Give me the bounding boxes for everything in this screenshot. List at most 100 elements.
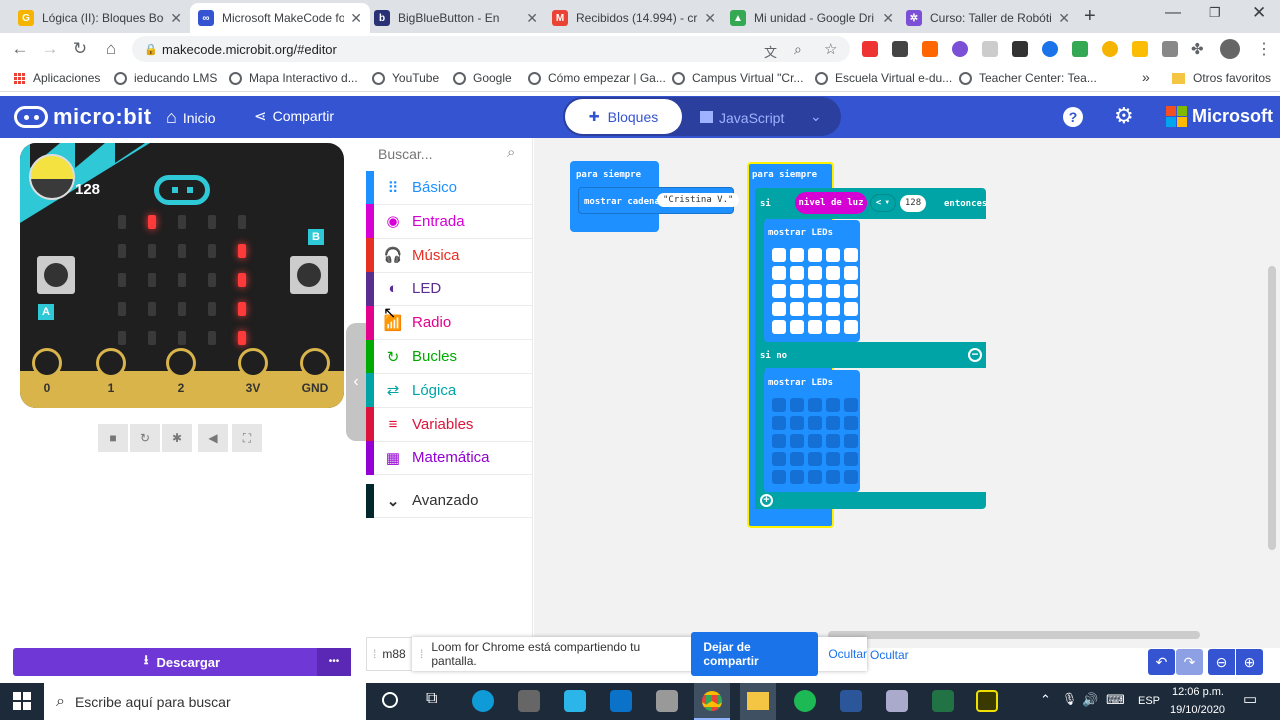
led-cell[interactable]: [826, 416, 840, 430]
home-icon[interactable]: ⌂: [101, 39, 121, 59]
button-b[interactable]: [290, 256, 328, 294]
led-cell[interactable]: [790, 398, 804, 412]
led-cell[interactable]: [826, 452, 840, 466]
zoom-out-button[interactable]: ⊖: [1208, 649, 1235, 675]
close-window-button[interactable]: ✕: [1252, 3, 1266, 23]
led-cell[interactable]: [844, 302, 858, 316]
bookmark-item[interactable]: Aplicaciones: [14, 71, 100, 85]
extension-icon[interactable]: [1012, 41, 1028, 57]
extension-icon[interactable]: [952, 41, 968, 57]
led-cell[interactable]: [790, 266, 804, 280]
project-name-input[interactable]: ⁞ m88: [366, 637, 418, 671]
tab-2[interactable]: ∞ Microsoft MakeCode fo ✕: [190, 3, 370, 33]
led-cell[interactable]: [844, 398, 858, 412]
clock-time[interactable]: 12:06 p.m.: [1172, 686, 1224, 698]
windows-start-icon[interactable]: [13, 692, 31, 710]
toolbox-category-led[interactable]: ◐ LED: [366, 271, 533, 307]
extension-icon[interactable]: [1042, 41, 1058, 57]
stop-icon[interactable]: ■: [98, 424, 128, 452]
minimize-button[interactable]: —: [1165, 4, 1181, 22]
led-cell[interactable]: [844, 248, 858, 262]
pin-3v[interactable]: 3V: [238, 348, 268, 408]
extension-icon[interactable]: [892, 41, 908, 57]
debug-icon[interactable]: ✱: [162, 424, 192, 452]
led-cell[interactable]: [772, 434, 786, 448]
file-explorer-icon[interactable]: [740, 683, 776, 720]
hide-button[interactable]: Ocultar: [828, 647, 867, 661]
redo-button[interactable]: ↷: [1176, 649, 1203, 675]
led-cell[interactable]: [826, 434, 840, 448]
led-cell[interactable]: [790, 434, 804, 448]
led-cell[interactable]: [790, 452, 804, 466]
vertical-scrollbar[interactable]: [1268, 266, 1276, 550]
led-cell[interactable]: [772, 284, 786, 298]
chrome-icon[interactable]: [694, 683, 730, 720]
app-icon[interactable]: [886, 690, 908, 712]
extension-icon[interactable]: [1162, 41, 1178, 57]
led-cell[interactable]: [826, 320, 840, 334]
mail-icon[interactable]: [610, 690, 632, 712]
led-cell[interactable]: [790, 320, 804, 334]
undo-button[interactable]: ↶: [1148, 649, 1175, 675]
toolbox-category-música[interactable]: 🎧 Música: [366, 238, 533, 273]
close-tab-icon[interactable]: ✕: [704, 10, 716, 27]
bookmark-item[interactable]: ieducando LMS: [114, 71, 217, 85]
close-tab-icon[interactable]: ✕: [170, 10, 182, 27]
download-button[interactable]: ⭳ Descargar: [13, 648, 351, 676]
close-tab-icon[interactable]: ✕: [350, 10, 362, 27]
toolbox-category-lógica[interactable]: ⇄ Lógica: [366, 373, 533, 408]
toolbox-advanced[interactable]: ⌄ Avanzado: [366, 483, 533, 518]
bookmark-item[interactable]: Campus Virtual "Cr...: [672, 71, 803, 85]
led-cell[interactable]: [808, 434, 822, 448]
zoom-icon[interactable]: ⌕: [794, 41, 802, 58]
cortana-icon[interactable]: [382, 692, 398, 708]
translate-icon[interactable]: 文: [764, 42, 777, 61]
add-branch-icon[interactable]: +: [760, 494, 773, 507]
stop-sharing-button[interactable]: Dejar de compartir: [691, 632, 819, 676]
led-cell[interactable]: [844, 320, 858, 334]
led-cell[interactable]: [772, 470, 786, 484]
led-cell[interactable]: [772, 266, 786, 280]
led-cell[interactable]: [790, 302, 804, 316]
adblock-icon[interactable]: [862, 41, 878, 57]
led-cell[interactable]: [808, 470, 822, 484]
led-cell[interactable]: [808, 320, 822, 334]
avatar[interactable]: [1220, 39, 1240, 59]
clock-date[interactable]: 19/10/2020: [1170, 704, 1225, 716]
toolbox-category-matemática[interactable]: ▦ Matemática: [366, 440, 533, 476]
pin-2[interactable]: 2: [166, 348, 196, 408]
led-cell[interactable]: [772, 398, 786, 412]
tab-1[interactable]: G Lógica (II): Bloques Boo ✕: [10, 3, 190, 33]
edge-icon[interactable]: [472, 690, 494, 712]
comparison-operator[interactable]: < ▼: [870, 194, 896, 212]
led-cell[interactable]: [826, 266, 840, 280]
toolbox-category-entrada[interactable]: ◉ Entrada: [366, 204, 533, 239]
button-a[interactable]: [37, 256, 75, 294]
light-level-reporter[interactable]: nivel de luz: [795, 192, 867, 214]
more-download-options[interactable]: •••: [317, 648, 351, 676]
led-cell[interactable]: [844, 434, 858, 448]
back-icon[interactable]: ←: [10, 39, 30, 59]
reload-icon[interactable]: ↻: [70, 39, 90, 59]
task-view-icon[interactable]: ⧉: [426, 690, 437, 708]
store-icon[interactable]: [518, 690, 540, 712]
pin-1[interactable]: 1: [96, 348, 126, 408]
led-cell[interactable]: [826, 302, 840, 316]
toolbox-category-básico[interactable]: ⠿ Básico: [366, 170, 533, 205]
extension-icon[interactable]: [982, 41, 998, 57]
bookmark-item[interactable]: Cómo empezar | Ga...: [528, 71, 666, 85]
puzzle-icon[interactable]: ✤: [1191, 40, 1204, 58]
led-cell[interactable]: [826, 470, 840, 484]
zoom-in-button[interactable]: ⊕: [1236, 649, 1263, 675]
bookmark-item[interactable]: Teacher Center: Tea...: [959, 71, 1097, 85]
tab-3[interactable]: b BigBlueButton - En ✕: [366, 3, 546, 33]
close-tab-icon[interactable]: ✕: [1058, 10, 1070, 27]
toolbox-category-variables[interactable]: ≡ Variables: [366, 407, 533, 442]
led-cell[interactable]: [772, 248, 786, 262]
pin-gnd[interactable]: GND: [300, 348, 330, 408]
star-icon[interactable]: ☆: [824, 40, 837, 58]
close-tab-icon[interactable]: ✕: [882, 10, 894, 27]
volume-icon[interactable]: 🔊: [1082, 692, 1098, 708]
bookmark-item[interactable]: YouTube: [372, 71, 439, 85]
led-cell[interactable]: [826, 284, 840, 298]
